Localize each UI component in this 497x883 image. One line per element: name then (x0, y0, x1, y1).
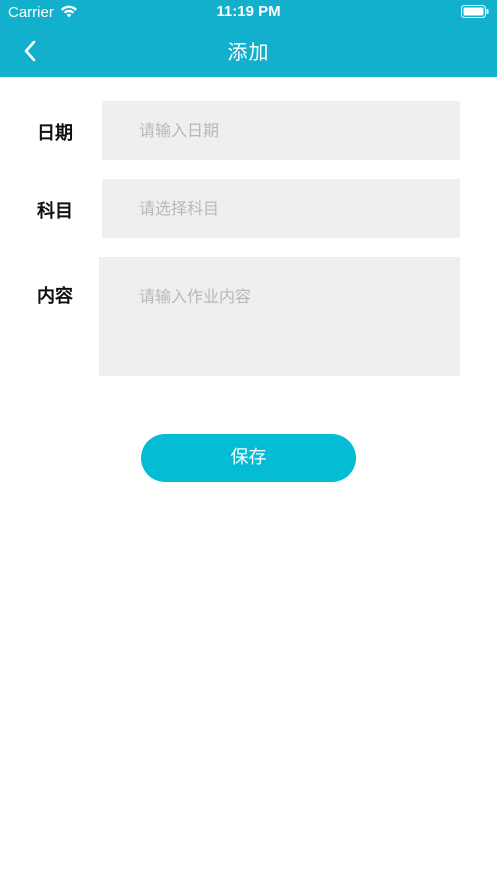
status-time: 11:19 PM (216, 3, 281, 20)
subject-select[interactable] (102, 179, 460, 238)
battery-icon (461, 5, 489, 18)
nav-bar: 添加 (0, 26, 497, 77)
date-label: 日期 (37, 123, 73, 144)
page-title: 添加 (227, 40, 270, 64)
save-button[interactable]: 保存 (141, 434, 356, 482)
subject-label: 科目 (37, 201, 73, 222)
content-label: 内容 (37, 286, 73, 307)
status-bar: Carrier 11:19 PM (0, 0, 497, 26)
date-input[interactable] (102, 101, 460, 160)
header: Carrier 11:19 PM 添加 (0, 0, 497, 77)
content-textarea[interactable] (99, 257, 460, 376)
